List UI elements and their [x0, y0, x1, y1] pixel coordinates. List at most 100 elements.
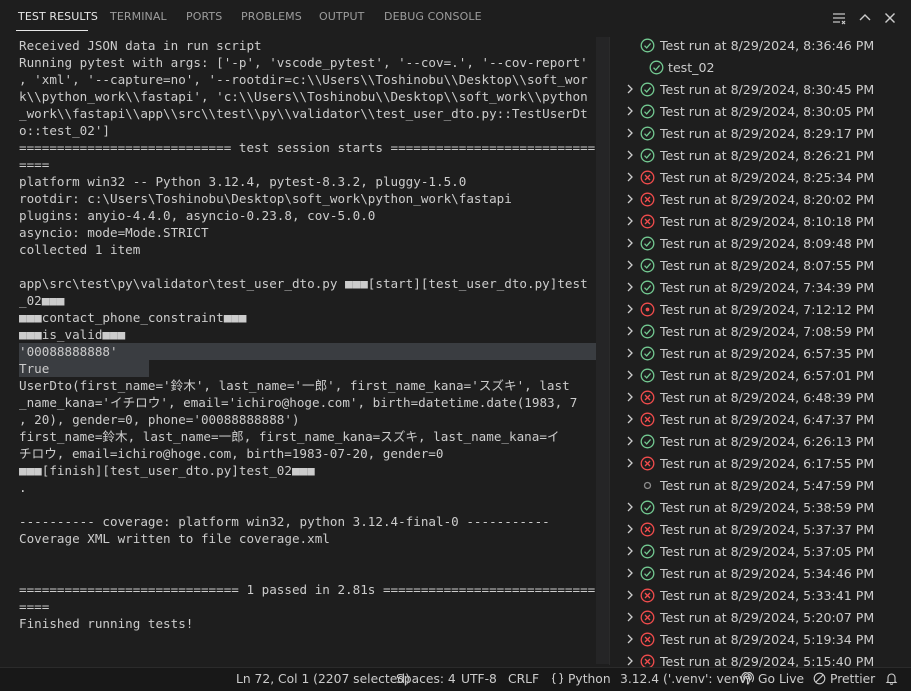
chevron-right-icon[interactable] [624, 347, 636, 359]
chevron-right-icon[interactable] [624, 655, 636, 667]
chevron-up-icon[interactable] [857, 10, 873, 26]
output-line: , 20), gender=0, phone='00088888888') [19, 412, 300, 427]
test-run-item[interactable]: Test run at 8/29/2024, 8:36:46 PM [610, 35, 911, 57]
test-run-item[interactable]: Test run at 8/29/2024, 5:37:05 PM [610, 541, 911, 563]
test-run-item[interactable]: Test run at 8/29/2024, 8:09:48 PM [610, 233, 911, 255]
output-line: . [19, 480, 27, 495]
test-run-item[interactable]: Test run at 8/29/2024, 8:26:21 PM [610, 145, 911, 167]
check-circle-icon [640, 236, 655, 251]
test-run-item[interactable]: Test run at 8/29/2024, 8:25:34 PM [610, 167, 911, 189]
check-circle-icon [640, 126, 655, 141]
chevron-right-icon[interactable] [624, 369, 636, 381]
chevron-right-icon[interactable] [624, 435, 636, 447]
test-run-item[interactable]: Test run at 8/29/2024, 6:47:37 PM [610, 409, 911, 431]
output-line: platform win32 -- Python 3.12.4, pytest-… [19, 174, 467, 189]
output-line: _work\\fastapi\\app\\src\\test\\py\\vali… [19, 106, 588, 121]
chevron-right-icon[interactable] [624, 501, 636, 513]
chevron-right-icon[interactable] [624, 325, 636, 337]
chevron-right-icon[interactable] [624, 83, 636, 95]
test-run-item[interactable]: Test run at 8/29/2024, 5:15:40 PM [610, 651, 911, 667]
language-mode[interactable]: Python [551, 672, 611, 686]
x-circle-icon [640, 456, 655, 471]
test-run-label: Test run at 8/29/2024, 8:07:55 PM [660, 258, 875, 273]
chevron-right-icon[interactable] [624, 523, 636, 535]
tab-problems[interactable]: PROBLEMS [241, 10, 302, 23]
chevron-right-icon[interactable] [624, 149, 636, 161]
indentation[interactable]: Spaces: 4 [396, 672, 456, 686]
test-run-item[interactable]: Test run at 8/29/2024, 8:29:17 PM [610, 123, 911, 145]
check-circle-icon [640, 544, 655, 559]
test-run-label: Test run at 8/29/2024, 7:34:39 PM [660, 280, 875, 295]
test-run-label: Test run at 8/29/2024, 5:38:59 PM [660, 500, 875, 515]
chevron-right-icon[interactable] [624, 237, 636, 249]
chevron-right-icon[interactable] [624, 457, 636, 469]
chevron-right-icon[interactable] [624, 127, 636, 139]
chevron-right-icon[interactable] [624, 567, 636, 579]
chevron-right-icon[interactable] [624, 391, 636, 403]
go-live-button[interactable]: Go Live [741, 672, 804, 686]
chevron-right-icon[interactable] [624, 215, 636, 227]
output-line: rootdir: c:\Users\Toshinobu\Desktop\soft… [19, 191, 512, 206]
chevron-right-icon[interactable] [624, 611, 636, 623]
output-scrollbar[interactable] [596, 37, 609, 664]
test-run-item[interactable]: Test run at 8/29/2024, 8:10:18 PM [610, 211, 911, 233]
python-interpreter[interactable]: 3.12.4 ('.venv': venv) [620, 672, 751, 686]
tab-terminal[interactable]: TERMINAL [110, 10, 167, 23]
chevron-right-icon[interactable] [624, 105, 636, 117]
test-run-item[interactable]: Test run at 8/29/2024, 5:33:41 PM [610, 585, 911, 607]
check-circle-icon [640, 82, 655, 97]
test-run-item[interactable]: Test run at 8/29/2024, 6:57:35 PM [610, 343, 911, 365]
test-output-text[interactable]: Received JSON data in run script Running … [19, 37, 597, 665]
chevron-right-icon[interactable] [624, 545, 636, 557]
check-circle-icon [640, 500, 655, 515]
x-circle-icon [640, 214, 655, 229]
test-run-item[interactable]: Test run at 8/29/2024, 5:19:34 PM [610, 629, 911, 651]
x-circle-icon [640, 170, 655, 185]
tab-ports[interactable]: PORTS [186, 10, 222, 23]
chevron-right-icon[interactable] [624, 303, 636, 315]
prettier-button[interactable]: Prettier [813, 672, 875, 686]
braces-icon [551, 672, 564, 685]
tab-test-results[interactable]: TEST RESULTS [18, 10, 98, 23]
test-run-item[interactable]: Test run at 8/29/2024, 5:37:37 PM [610, 519, 911, 541]
test-run-item[interactable]: Test run at 8/29/2024, 5:47:59 PM [610, 475, 911, 497]
end-of-line[interactable]: CRLF [508, 672, 539, 686]
chevron-right-icon[interactable] [624, 413, 636, 425]
cursor-position[interactable]: Ln 72, Col 1 (2207 selected) [236, 672, 410, 686]
check-circle-icon [640, 258, 655, 273]
output-line: Finished running tests! [19, 616, 194, 631]
test-run-item[interactable]: Test run at 8/29/2024, 6:17:55 PM [610, 453, 911, 475]
notifications-bell-icon[interactable] [885, 672, 898, 686]
test-run-item[interactable]: Test run at 8/29/2024, 5:34:46 PM [610, 563, 911, 585]
chevron-right-icon[interactable] [624, 589, 636, 601]
test-run-item[interactable]: Test run at 8/29/2024, 8:30:05 PM [610, 101, 911, 123]
chevron-right-icon[interactable] [624, 171, 636, 183]
test-run-item[interactable]: Test run at 8/29/2024, 8:20:02 PM [610, 189, 911, 211]
list-view-icon[interactable] [831, 10, 847, 26]
tab-debug-console[interactable]: DEBUG CONSOLE [384, 10, 482, 23]
tab-output[interactable]: OUTPUT [319, 10, 364, 23]
test-run-item[interactable]: Test run at 8/29/2024, 5:20:07 PM [610, 607, 911, 629]
output-line: ---------- coverage: platform win32, pyt… [19, 514, 550, 529]
x-circle-icon [640, 412, 655, 427]
chevron-right-icon[interactable] [624, 633, 636, 645]
chevron-right-icon[interactable] [624, 281, 636, 293]
check-circle-icon [640, 566, 655, 581]
test-run-item[interactable]: Test run at 8/29/2024, 5:38:59 PM [610, 497, 911, 519]
chevron-right-icon[interactable] [624, 259, 636, 271]
encoding[interactable]: UTF-8 [461, 672, 497, 686]
output-line: ■■■is_valid■■■ [19, 327, 126, 342]
test-run-item[interactable]: Test run at 8/29/2024, 7:12:12 PM [610, 299, 911, 321]
test-run-item[interactable]: Test run at 8/29/2024, 8:07:55 PM [610, 255, 911, 277]
test-run-item[interactable]: Test run at 8/29/2024, 8:30:45 PM [610, 79, 911, 101]
test-run-item[interactable]: Test run at 8/29/2024, 6:57:01 PM [610, 365, 911, 387]
test-case-item[interactable]: test_02 [610, 57, 911, 79]
check-circle-icon [640, 346, 655, 361]
chevron-right-icon[interactable] [624, 193, 636, 205]
test-run-item[interactable]: Test run at 8/29/2024, 6:48:39 PM [610, 387, 911, 409]
test-run-item[interactable]: Test run at 8/29/2024, 7:34:39 PM [610, 277, 911, 299]
close-icon[interactable] [882, 10, 898, 26]
test-run-item[interactable]: Test run at 8/29/2024, 7:08:59 PM [610, 321, 911, 343]
test-run-item[interactable]: Test run at 8/29/2024, 6:26:13 PM [610, 431, 911, 453]
